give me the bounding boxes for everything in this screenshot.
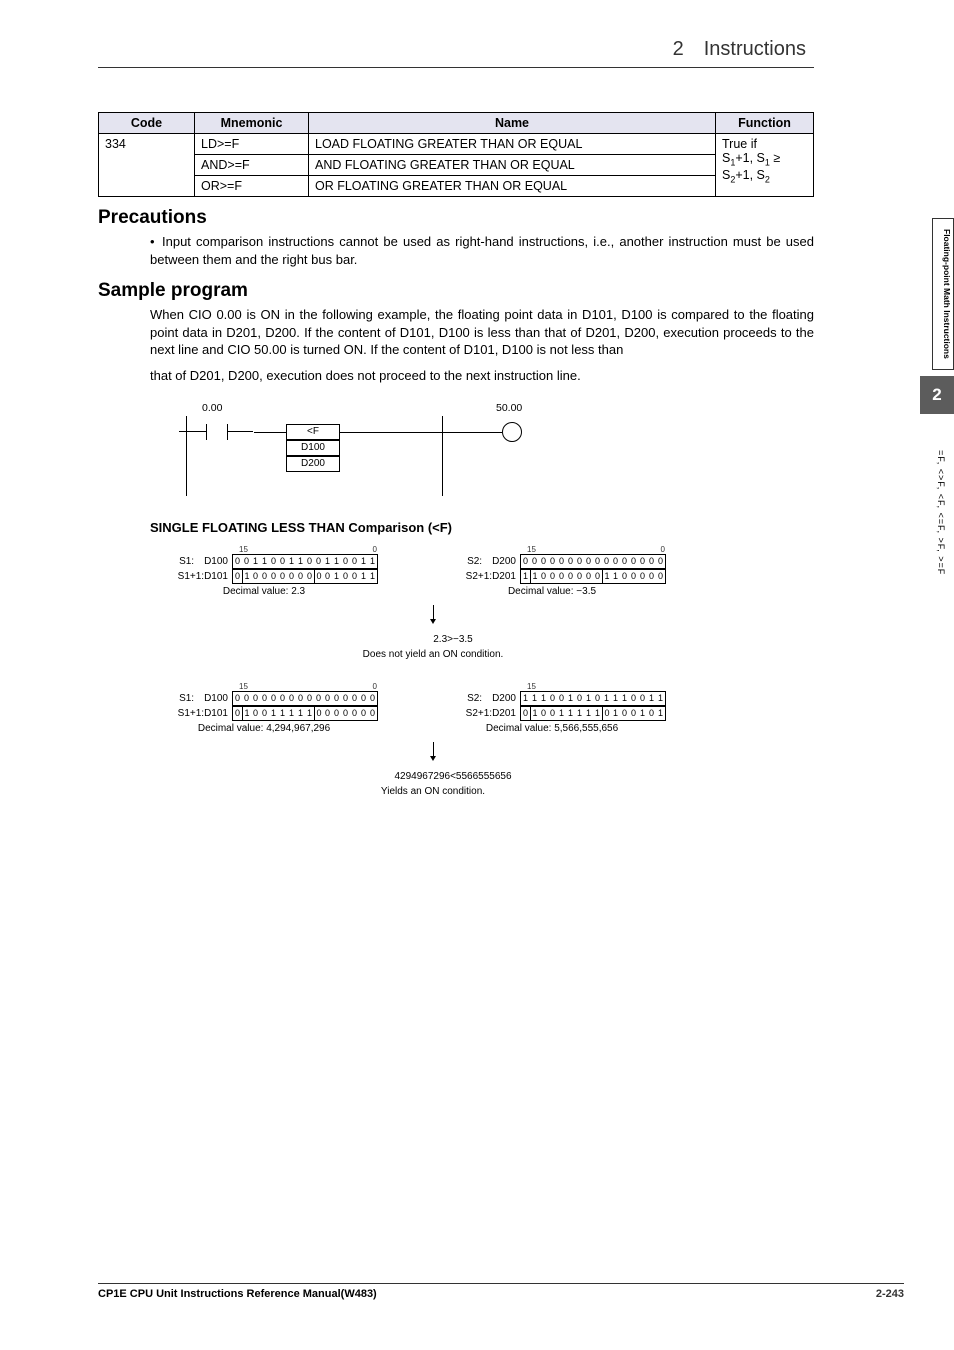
bit-diagram-set2: 150 S1: D1000000000000000000 S1+1:D10101… [150,682,814,797]
condition-result: Does not yield an ON condition. [150,649,716,660]
comparison-expr: 4294967296<5566555656 [150,771,716,782]
breadcrumb: 2 Instructions [98,38,814,61]
coil-label: 50.00 [496,402,522,414]
th-function: Function [716,113,814,134]
cell-mnemonic: AND>=F [195,155,309,176]
sample-heading: Sample program [98,280,814,302]
side-tab-category: Floating-point Math Instructions [932,218,954,370]
cell-mnemonic: OR>=F [195,176,309,197]
ladder-box-d100: D100 [286,440,340,456]
th-code: Code [99,113,195,134]
bit-diagram-set1: 150 S1: D1000011001100110011 S1+1:D10101… [150,545,814,660]
table-row: AND>=F AND FLOATING GREATER THAN OR EQUA… [99,155,814,176]
ladder-box-op: <F [286,424,340,440]
ladder-contact [206,424,228,440]
decimal-value: Decimal value: −3.5 [438,586,666,597]
comparison-expr: 2.3>−3.5 [150,634,716,645]
cell-function: True if S1+1, S1 ≥ S2+1, S2 [716,134,814,197]
footer: CP1E CPU Unit Instructions Reference Man… [98,1283,904,1300]
cell-name: LOAD FLOATING GREATER THAN OR EQUAL [309,134,716,155]
decimal-value: Decimal value: 5,566,555,656 [438,723,666,734]
decimal-value: Decimal value: 4,294,967,296 [150,723,378,734]
side-tab-chapter: 2 [920,376,954,414]
precautions-bullet: •Input comparison instructions cannot be… [150,233,814,268]
th-name: Name [309,113,716,134]
sample-para1: When CIO 0.00 is ON in the following exa… [150,306,814,359]
table-row: OR>=F OR FLOATING GREATER THAN OR EQUAL [99,176,814,197]
ladder-coil [502,422,522,442]
side-tab-topic: =F, <>F, <F, <=F, >F, >=F [936,450,946,575]
instruction-table: Code Mnemonic Name Function 334 LD>=F LO… [98,112,814,197]
manual-title: CP1E CPU Unit Instructions Reference Man… [98,1288,377,1300]
cell-name: AND FLOATING GREATER THAN OR EQUAL [309,155,716,176]
header-rule [98,67,814,68]
ladder-box-d200: D200 [286,456,340,472]
th-mnemonic: Mnemonic [195,113,309,134]
contact-label: 0.00 [202,402,222,414]
precautions-heading: Precautions [98,207,814,229]
side-tabs: Floating-point Math Instructions 2 =F, <… [914,218,954,575]
decimal-value: Decimal value: 2.3 [150,586,378,597]
ladder-diagram: 0.00 <F D100 D200 50.00 [186,392,814,502]
page-number: 2-243 [876,1288,904,1300]
table-row: 334 LD>=F LOAD FLOATING GREATER THAN OR … [99,134,814,155]
cell-mnemonic: LD>=F [195,134,309,155]
comparison-title: SINGLE FLOATING LESS THAN Comparison (<F… [150,520,814,535]
sample-para2: that of D201, D200, execution does not p… [150,367,814,385]
cell-code: 334 [99,134,195,197]
cell-name: OR FLOATING GREATER THAN OR EQUAL [309,176,716,197]
condition-result: Yields an ON condition. [150,786,716,797]
